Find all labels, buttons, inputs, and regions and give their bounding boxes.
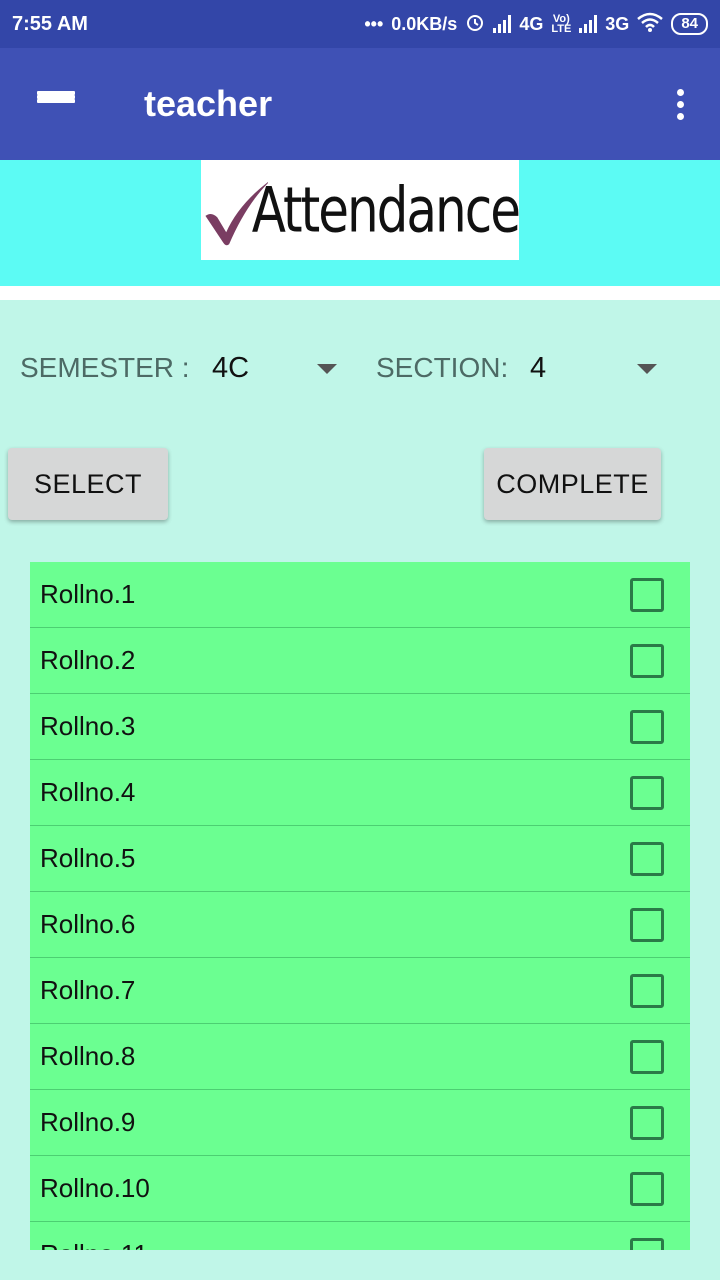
attendance-checkbox[interactable] [630,1172,664,1206]
semester-label: SEMESTER : [20,352,190,383]
page-title: teacher [144,83,273,124]
divider [0,286,720,300]
list-item[interactable]: Rollno.2 [30,628,690,694]
overflow-menu-button[interactable] [640,48,720,160]
list-item[interactable]: Rollno.6 [30,892,690,958]
status-bar: 7:55 AM ••• 0.0KB/s 4G Vo) LTE 3G 84 [0,0,720,48]
attendance-checkbox[interactable] [630,1238,664,1250]
notification-dots: ••• [364,13,384,34]
network-speed: 0.0KB/s [391,13,458,34]
battery-icon: 84 [671,13,708,35]
roll-label: Rollno.11 [40,1239,148,1250]
network-type-1: 4G [519,13,544,34]
attendance-checkbox[interactable] [630,1106,664,1140]
list-item[interactable]: Rollno.1 [30,562,690,628]
signal-icon-2 [579,15,598,33]
list-item[interactable]: Rollno.3 [30,694,690,760]
hamburger-icon [37,91,75,117]
network-type-2: 3G [605,13,630,34]
semester-value[interactable]: 4C [212,352,249,385]
attendance-checkbox[interactable] [630,776,664,810]
list-item[interactable]: Rollno.11 [30,1222,690,1250]
roll-label: Rollno.8 [40,1041,136,1071]
roll-label: Rollno.2 [40,645,136,675]
list-item[interactable]: Rollno.9 [30,1090,690,1156]
section-dropdown-icon[interactable] [637,364,657,374]
attendance-logo: Attendance [201,160,521,260]
complete-button[interactable]: COMPLETE [484,448,661,520]
volte-icon: Vo) LTE [551,13,572,35]
roll-label: Rollno.5 [40,843,136,873]
list-item[interactable]: Rollno.8 [30,1024,690,1090]
student-list: Rollno.1 Rollno.2 Rollno.3 Rollno.4 Roll… [30,562,690,1250]
attendance-checkbox[interactable] [630,842,664,876]
alarm-icon [465,12,485,37]
attendance-checkbox[interactable] [630,710,664,744]
attendance-checkbox[interactable] [630,644,664,678]
section-label: SECTION: [376,352,509,383]
menu-button[interactable] [0,48,112,160]
attendance-checkbox[interactable] [630,578,664,612]
attendance-checkbox[interactable] [630,1040,664,1074]
roll-label: Rollno.9 [40,1107,136,1137]
section-value[interactable]: 4 [530,352,546,385]
list-item[interactable]: Rollno.4 [30,760,690,826]
attendance-checkbox[interactable] [630,974,664,1008]
roll-label: Rollno.1 [40,579,136,609]
attendance-checkbox[interactable] [630,908,664,942]
wifi-icon [637,12,664,37]
roll-label: Rollno.6 [40,909,136,939]
signal-icon [493,15,512,33]
roll-label: Rollno.7 [40,975,136,1005]
roll-label: Rollno.4 [40,777,136,807]
roll-label: Rollno.10 [40,1173,150,1203]
list-item[interactable]: Rollno.10 [30,1156,690,1222]
list-item[interactable]: Rollno.5 [30,826,690,892]
list-item[interactable]: Rollno.7 [30,958,690,1024]
logo-text: Attendance [251,173,521,247]
header-banner: Attendance [0,160,720,286]
app-bar: teacher [0,48,720,160]
select-button[interactable]: SELECT [8,448,168,520]
roll-label: Rollno.3 [40,711,136,741]
semester-dropdown-icon[interactable] [317,364,337,374]
status-time: 7:55 AM [12,12,88,35]
